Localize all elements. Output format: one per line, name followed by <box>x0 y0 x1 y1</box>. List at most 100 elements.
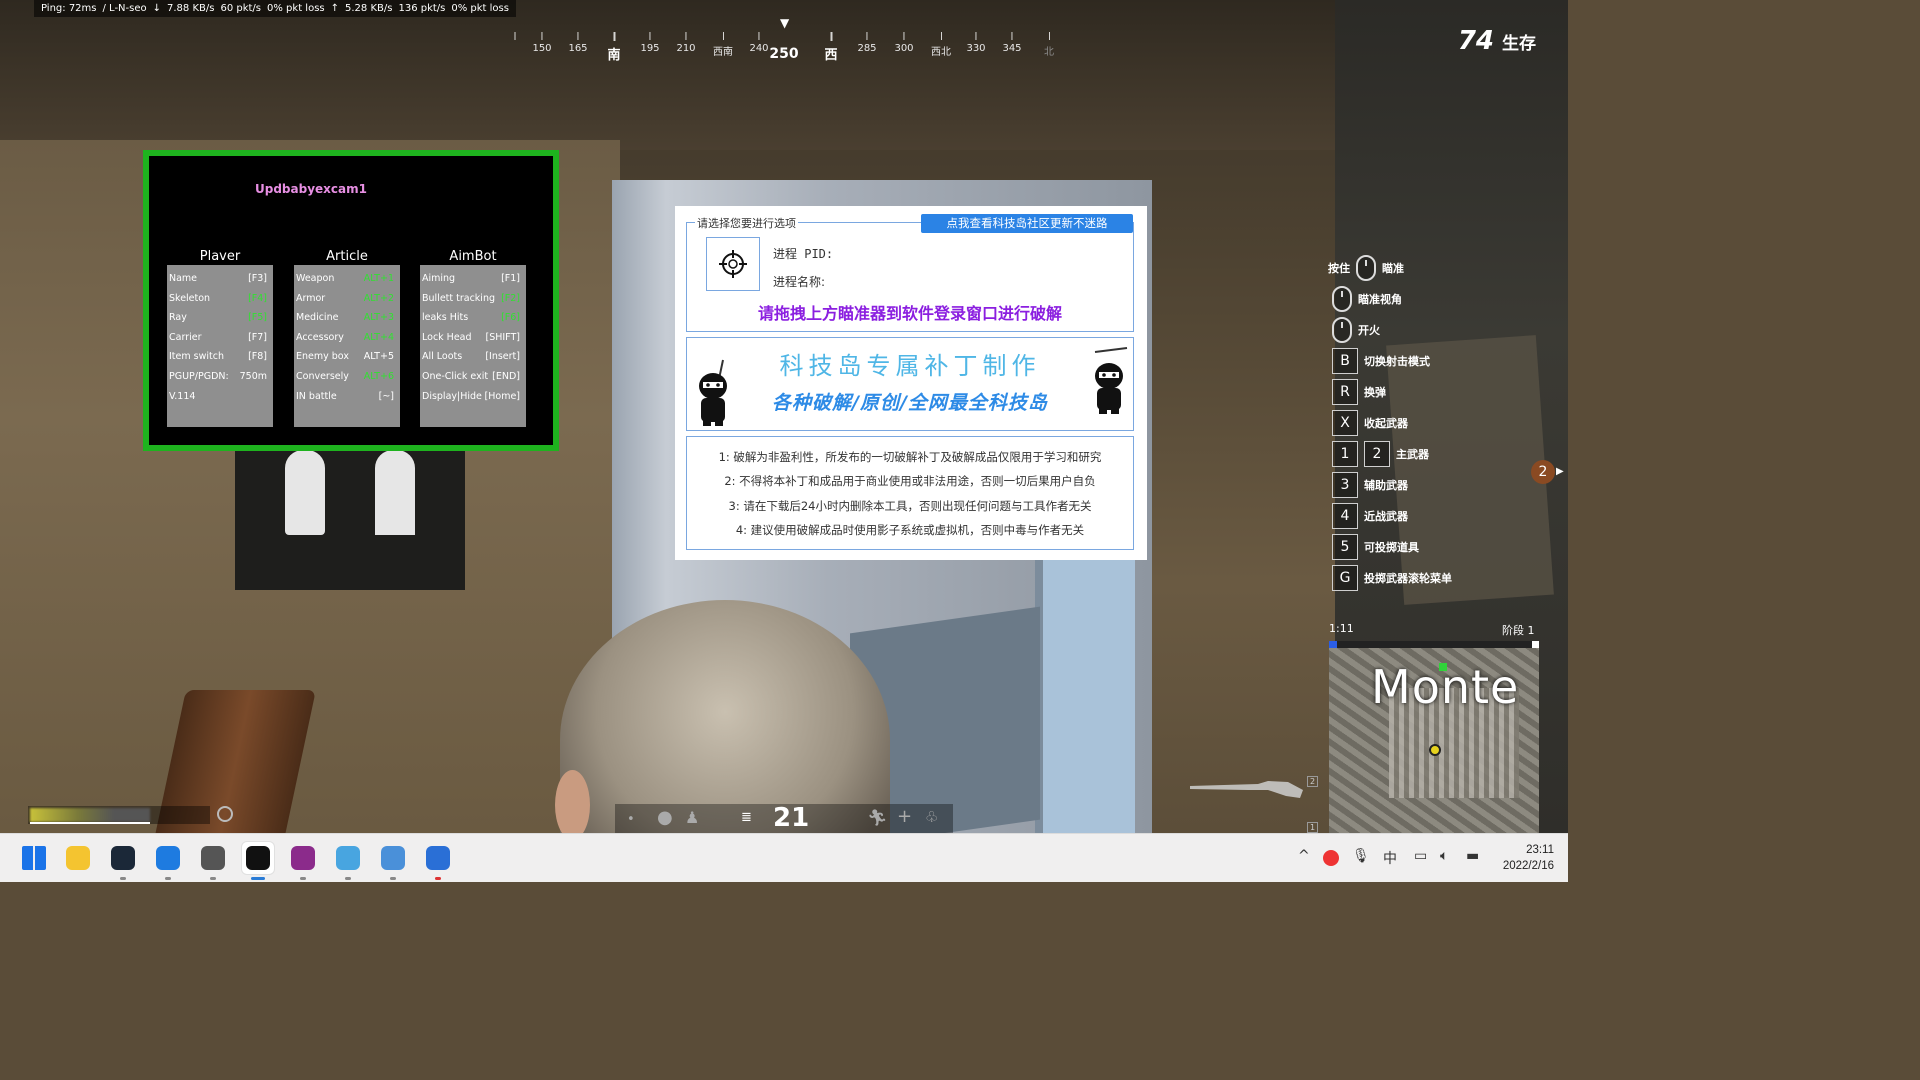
control-hint-row: 瞄准视角 <box>1332 286 1402 312</box>
tray-qq-icon[interactable] <box>1323 850 1339 866</box>
cloud-app-icon[interactable] <box>422 842 454 874</box>
star-app-icon-glyph <box>336 846 360 870</box>
boost-icon <box>217 806 233 822</box>
steam-icon[interactable] <box>107 842 139 874</box>
ping-text: Ping: 72ms <box>41 3 97 14</box>
cheat-option-hotkey: [Home] <box>484 390 520 402</box>
down-loss: 0% pkt loss <box>267 3 325 14</box>
compass: ▼ 150 165 南 195 210 西南 240 西 285 300 西北 330 345 北 250 <box>505 16 1061 68</box>
cheat-option-row: PGUP/PGDN: 750m <box>169 367 273 387</box>
groupbox-legend: 请选择您要进行选项 <box>695 215 798 231</box>
hint-label: 开火 <box>1358 324 1380 337</box>
key-cap: 3 <box>1332 472 1358 498</box>
control-hint-row: X 收起武器 <box>1332 410 1408 436</box>
female-figure-icon <box>285 450 325 535</box>
running-indicator <box>251 877 265 880</box>
network-stats: Ping: 72ms / L-N-seo ↓ 7.88 KB/s 60 pkt/… <box>34 0 516 17</box>
crack-tool-window: 请选择您要进行选项 点我查看科技岛社区更新不迷路 进程 PID: 进程名称: 请… <box>675 206 1147 560</box>
running-indicator <box>300 877 306 880</box>
cheat-option-name: PGUP/PGDN: <box>169 370 229 382</box>
star-app-icon[interactable] <box>332 842 364 874</box>
cheat-option-hotkey: 750m <box>239 370 267 382</box>
sogou-browser-icon[interactable] <box>152 842 184 874</box>
steam-icon-glyph <box>111 846 135 870</box>
windows-start-icon[interactable] <box>18 842 50 874</box>
key-cap: R <box>1332 379 1358 405</box>
cheat-option-name: Item switch <box>169 351 224 363</box>
cheat-option-name: Ray <box>169 312 187 324</box>
boost-line <box>30 822 150 824</box>
qq-penguin-icon[interactable] <box>242 842 274 874</box>
cheat-option-name: Bullett tracking <box>422 292 495 304</box>
microphone-icon[interactable]: 🎙︎ <box>1352 848 1370 864</box>
monitor-app-icon-glyph <box>381 846 405 870</box>
alive-label: 生存 <box>1502 34 1536 54</box>
running-indicator <box>435 877 441 880</box>
cheat-option-name: Accessory <box>296 331 344 343</box>
compass-tick: 南 <box>607 32 620 63</box>
fire-mode-icon: ≣ <box>741 810 752 825</box>
compass-tick: 150 <box>532 32 551 54</box>
winrar-icon[interactable] <box>287 842 319 874</box>
pubg-helmet-icon[interactable] <box>197 842 229 874</box>
process-name-label: 进程名称: <box>773 275 826 289</box>
cheat-option-name: Display|Hide <box>422 390 482 402</box>
taskbar: ^ 🎙︎ 中 ▭ 🔈︎ ▬ 23:11 2022/2/16 <box>0 833 1568 882</box>
cheat-option-row: leaks Hits [F6] <box>422 308 526 328</box>
cheat-column-header: AimBot <box>449 249 497 264</box>
cheat-option-row: Lock Head [SHIFT] <box>422 328 526 348</box>
cheat-column-header: Article <box>326 249 368 264</box>
ime-indicator[interactable]: 中 <box>1383 848 1397 868</box>
down-pkt: 60 pkt/s <box>220 3 262 14</box>
cheat-option-row: One-Click exit [END] <box>422 367 526 387</box>
winrar-icon-glyph <box>291 846 315 870</box>
disclaimer-line: 1: 破解为非盈利性，所发布的一切破解补丁及破解成品仅限用于学习和研究 <box>718 450 1102 464</box>
battery-icon[interactable]: ▬ <box>1466 848 1479 864</box>
cheat-option-row: Skeleton [F4] <box>169 289 273 309</box>
cheat-option-name: Skeleton <box>169 292 211 304</box>
banner-subtitle: 各种破解/原创/全网最全科技岛 <box>772 392 1048 414</box>
sprint-icon: 🏃︎ <box>867 808 888 827</box>
cheat-option-name: Medicine <box>296 312 339 324</box>
cheat-option-row: Aiming [F1] <box>422 269 526 289</box>
disclaimer-line: 3: 请在下载后24小时内删除本工具，否则出现任何问题与工具作者无关 <box>728 499 1092 513</box>
file-explorer-icon[interactable] <box>62 842 94 874</box>
down-rate: 7.88 KB/s <box>167 3 215 14</box>
control-hint-row: 按住 瞄准 <box>1328 255 1404 281</box>
cheat-option-hotkey: ALT+1 <box>363 273 394 284</box>
cheat-option-hotkey: [SHIFT] <box>485 331 521 343</box>
crosshair-drag-target[interactable] <box>706 237 760 291</box>
dot-icon: • <box>627 812 635 827</box>
sogou-browser-icon-glyph <box>156 846 180 870</box>
tray-chevron-icon[interactable]: ^ <box>1298 848 1310 864</box>
cheat-option-name: V.114 <box>169 390 196 402</box>
cheat-option-hotkey: ALT+4 <box>363 331 394 343</box>
weapon-slot-2: 1 <box>1307 822 1318 833</box>
mouse-left-icon <box>1332 317 1352 343</box>
system-clock[interactable]: 23:11 2022/2/16 <box>1503 842 1554 874</box>
control-hint-row: 5 可投掷道具 <box>1332 534 1419 560</box>
minimap[interactable]: Monte <box>1329 648 1539 833</box>
disclaimer-line: 2: 不得将本补丁和成品用于商业使用或非法用途，否则一切后果用户自负 <box>724 474 1096 488</box>
hint-label: 收起武器 <box>1364 417 1408 430</box>
cheat-option-row: Name [F3] <box>169 269 273 289</box>
network-icon[interactable]: ▭ <box>1414 848 1427 864</box>
cheat-option-row: Armor ALT+2 <box>296 289 400 309</box>
cheat-option-hotkey: [F2] <box>501 292 520 304</box>
cheat-option-name: Conversely <box>296 370 349 382</box>
compass-tick: 345 <box>1002 32 1021 54</box>
ammo-count: 21 <box>773 803 810 833</box>
cheat-option-hotkey: ALT+3 <box>363 312 394 324</box>
up-rate: 5.28 KB/s <box>345 3 393 14</box>
stance-stand-icon: ● <box>657 807 673 828</box>
compass-tick: 210 <box>676 32 695 54</box>
lungs-icon: ♧ <box>925 808 939 826</box>
community-updates-button[interactable]: 点我查看科技岛社区更新不迷路 <box>921 214 1133 233</box>
volume-icon[interactable]: 🔈︎ <box>1440 848 1448 864</box>
crosshair-icon <box>719 250 747 278</box>
cheat-option-name: Enemy box <box>296 351 349 363</box>
hint-prefix: 按住 <box>1328 262 1350 275</box>
monitor-app-icon[interactable] <box>377 842 409 874</box>
cheat-option-row: Ray [F5] <box>169 308 273 328</box>
compass-pointer-icon: ▼ <box>780 16 790 30</box>
